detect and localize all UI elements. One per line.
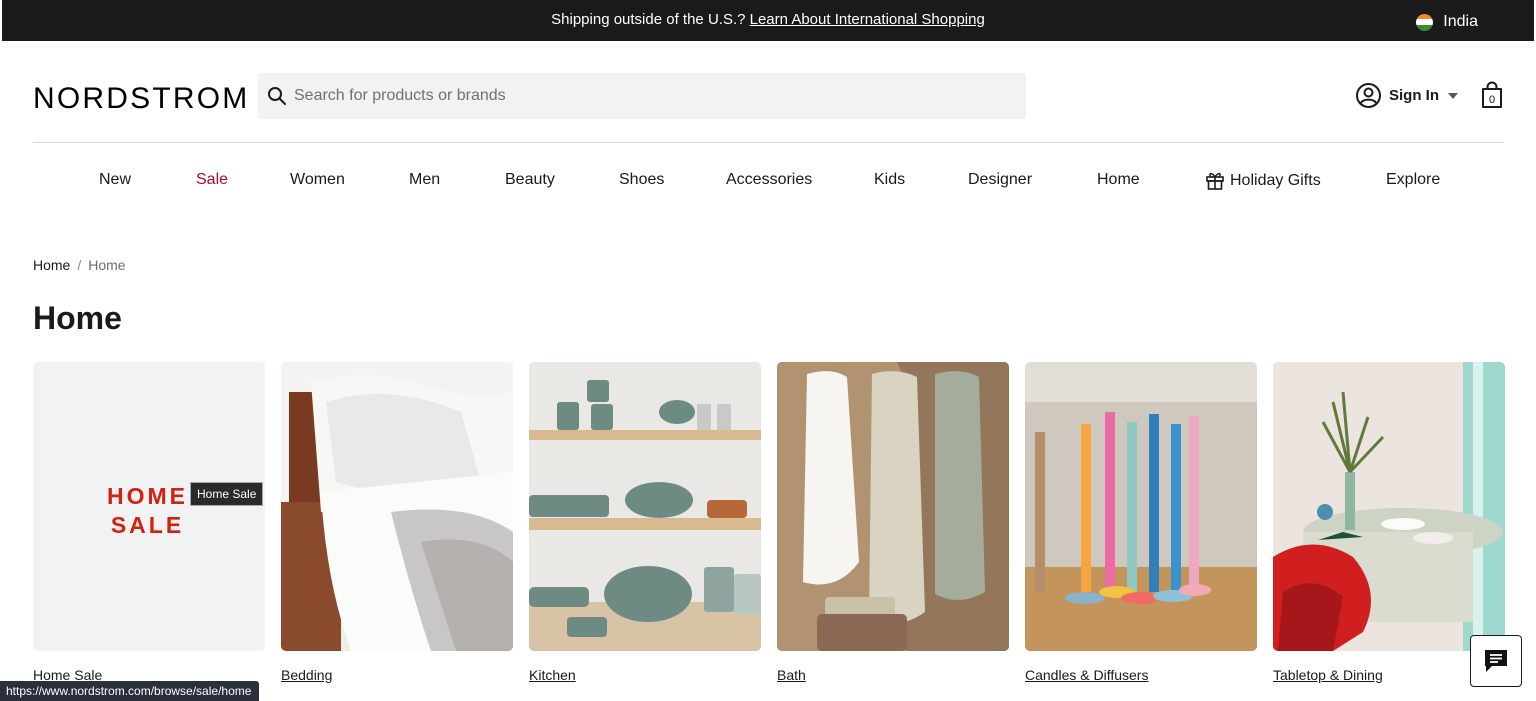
category-tile-home-sale[interactable]: HOME SALE Home Sale xyxy=(33,362,265,683)
nav-explore[interactable]: Explore xyxy=(1386,171,1440,189)
nav-kids[interactable]: Kids xyxy=(874,171,905,189)
category-tile-tabletop-dining[interactable]: Tabletop & Dining xyxy=(1273,362,1505,683)
breadcrumb: Home / Home xyxy=(33,257,126,273)
gift-icon xyxy=(1206,172,1224,190)
bath-image[interactable] xyxy=(777,362,1009,651)
india-flag-icon xyxy=(1416,13,1434,31)
breadcrumb-separator: / xyxy=(77,257,82,273)
home-sale-image[interactable]: HOME SALE xyxy=(33,362,265,651)
category-label-bath[interactable]: Bath xyxy=(777,667,806,683)
nav-home[interactable]: Home xyxy=(1097,171,1140,189)
nav-holiday-gifts-label: Holiday Gifts xyxy=(1230,171,1321,189)
sign-in-button[interactable]: Sign In xyxy=(1355,82,1458,109)
chat-icon xyxy=(1485,650,1507,672)
candles-image[interactable] xyxy=(1025,362,1257,651)
nav-new[interactable]: New xyxy=(99,171,131,189)
chevron-down-icon xyxy=(1448,92,1458,99)
international-shopping-link[interactable]: Learn About International Shopping xyxy=(750,11,985,28)
category-tile-kitchen[interactable]: Kitchen xyxy=(529,362,761,683)
nav-shoes[interactable]: Shoes xyxy=(619,171,664,189)
promo-bar: Shipping outside of the U.S.? Learn Abou… xyxy=(2,0,1534,41)
home-sale-tooltip: Home Sale xyxy=(190,482,264,506)
kitchen-image[interactable] xyxy=(529,362,761,651)
shopping-bag-button[interactable]: 0 xyxy=(1480,81,1504,109)
breadcrumb-home-link[interactable]: Home xyxy=(33,257,70,273)
sign-in-label: Sign In xyxy=(1389,87,1439,104)
promo-text: Shipping outside of the U.S.? xyxy=(551,11,746,28)
category-label-bedding[interactable]: Bedding xyxy=(281,667,332,683)
search-icon xyxy=(268,87,286,105)
status-bar-url: https://www.nordstrom.com/browse/sale/ho… xyxy=(0,681,260,701)
country-selector[interactable]: India xyxy=(1416,13,1478,31)
breadcrumb-current: Home xyxy=(88,257,126,273)
tabletop-image[interactable] xyxy=(1273,362,1505,651)
category-tile-candles-diffusers[interactable]: Candles & Diffusers xyxy=(1025,362,1257,683)
nav-women[interactable]: Women xyxy=(290,171,345,189)
category-label-candles-diffusers[interactable]: Candles & Diffusers xyxy=(1025,667,1148,683)
home-sale-art-text: HOME SALE xyxy=(107,483,188,538)
nav-accessories[interactable]: Accessories xyxy=(726,171,812,189)
nav-designer[interactable]: Designer xyxy=(968,171,1032,189)
bedding-image[interactable] xyxy=(281,362,513,651)
category-tile-bath[interactable]: Bath xyxy=(777,362,1009,683)
country-label: India xyxy=(1443,13,1478,30)
user-icon xyxy=(1356,83,1381,108)
search-input[interactable] xyxy=(294,87,994,105)
category-label-tabletop-dining[interactable]: Tabletop & Dining xyxy=(1273,667,1383,683)
chat-button[interactable] xyxy=(1470,635,1522,687)
bag-count: 0 xyxy=(1489,94,1495,106)
site-header: NORDSTROM Sign In 0 xyxy=(0,41,1536,143)
search-bar[interactable] xyxy=(258,73,1026,119)
category-tile-bedding[interactable]: Bedding xyxy=(281,362,513,683)
page-title: Home xyxy=(33,300,122,336)
nav-men[interactable]: Men xyxy=(409,171,440,189)
nav-holiday-gifts[interactable]: Holiday Gifts xyxy=(1205,171,1321,190)
promo-message: Shipping outside of the U.S.? Learn Abou… xyxy=(2,11,1534,28)
main-nav: New Sale Women Men Beauty Shoes Accessor… xyxy=(0,143,1536,213)
nordstrom-logo[interactable]: NORDSTROM xyxy=(33,84,249,114)
category-label-kitchen[interactable]: Kitchen xyxy=(529,667,576,683)
nav-sale[interactable]: Sale xyxy=(196,171,228,189)
shopping-bag-icon: 0 xyxy=(1482,81,1502,108)
nav-beauty[interactable]: Beauty xyxy=(505,171,555,189)
